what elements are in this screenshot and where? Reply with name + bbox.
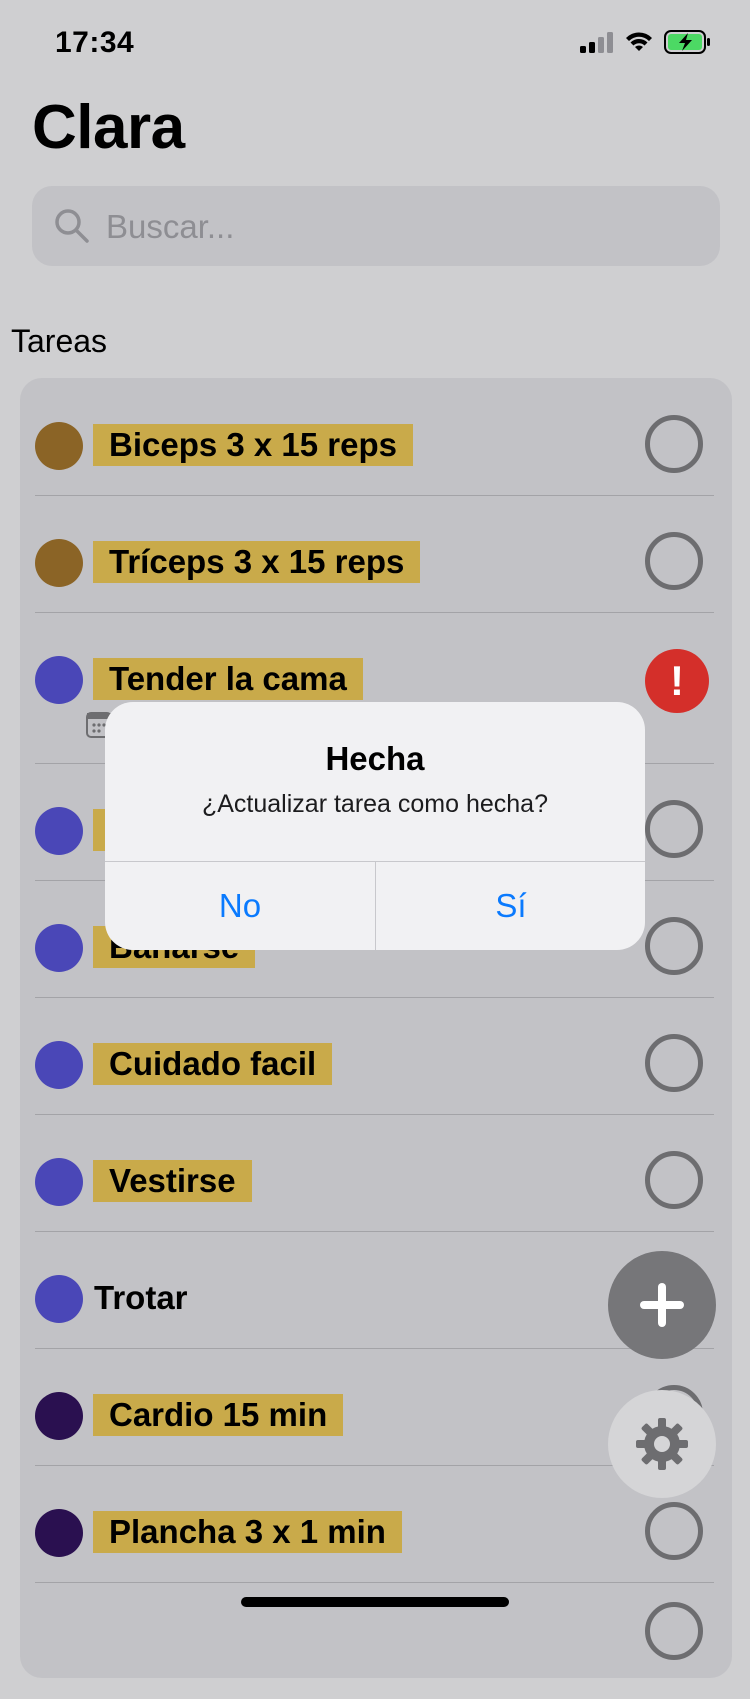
category-dot [35,924,83,972]
task-row[interactable]: Vestirse [20,1114,732,1231]
gear-icon [636,1418,688,1470]
status-bar: 17:34 [0,0,750,90]
task-label: Tender la cama [93,658,363,700]
category-dot [35,1041,83,1089]
category-dot [35,1509,83,1557]
complete-checkbox[interactable] [645,532,703,590]
cancel-button[interactable]: No [105,862,375,950]
complete-checkbox[interactable] [645,1034,703,1092]
settings-button[interactable] [608,1390,716,1498]
category-dot [35,656,83,704]
task-label: Cardio 15 min [93,1394,344,1436]
status-time: 17:34 [55,26,135,59]
section-title: Tareas [11,323,108,359]
cellular-signal-icon [580,32,613,53]
complete-checkbox[interactable] [645,1602,703,1660]
plus-icon [640,1283,684,1327]
task-label: Trotar [94,1279,188,1316]
complete-checkbox[interactable] [645,415,703,473]
task-label: Biceps 3 x 15 reps [93,424,414,466]
dialog-message: ¿Actualizar tarea como hecha? [201,790,548,818]
complete-checkbox[interactable] [645,1151,703,1209]
category-dot [35,422,83,470]
category-dot [35,1392,83,1440]
home-indicator[interactable] [241,1597,509,1607]
task-label: Plancha 3 x 1 min [93,1511,402,1553]
task-label: Cuidado facil [93,1043,333,1085]
category-dot [35,539,83,587]
add-task-button[interactable] [608,1251,716,1359]
status-icons [580,30,712,54]
page-title: Clara [32,93,185,162]
complete-checkbox[interactable] [645,917,703,975]
task-label: Tríceps 3 x 15 reps [93,541,421,583]
confirm-button[interactable]: Sí [376,862,645,950]
task-row[interactable]: Biceps 3 x 15 reps [20,378,732,495]
battery-charging-icon [664,30,710,54]
search-bar[interactable] [32,186,720,266]
dialog-title: Hecha [325,740,425,777]
overdue-alert-icon[interactable]: ! [645,649,709,713]
complete-checkbox[interactable] [645,800,703,858]
category-dot [35,807,83,855]
search-input[interactable] [104,202,688,252]
category-dot [35,1275,83,1323]
wifi-icon [626,32,652,51]
confirm-dialog: Hecha ¿Actualizar tarea como hecha? No S… [105,702,645,950]
search-icon [55,209,89,243]
complete-checkbox[interactable] [645,1502,703,1560]
task-row[interactable]: Tríceps 3 x 15 reps [20,495,732,612]
category-dot [35,1158,83,1206]
task-row[interactable]: Cuidado facil [20,997,732,1114]
task-label: Vestirse [93,1160,252,1202]
